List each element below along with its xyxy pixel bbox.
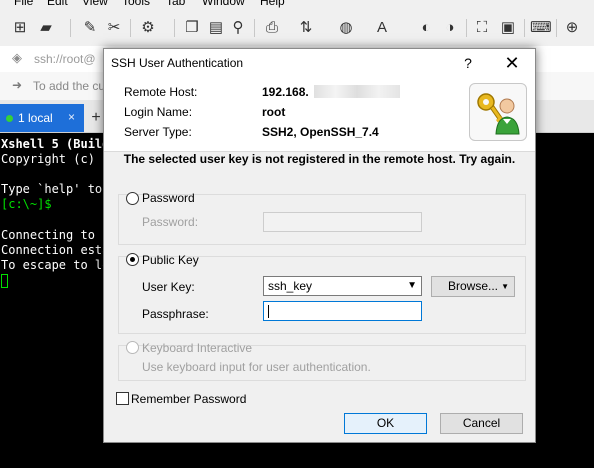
dialog-title: SSH User Authentication	[111, 56, 244, 70]
browse-button[interactable]: Browse... ▼	[431, 276, 515, 297]
passphrase-label: Passphrase:	[142, 307, 209, 321]
browse-label: Browse...	[448, 279, 499, 293]
address-text: ssh://root@	[34, 52, 96, 66]
text-caret	[268, 305, 269, 319]
menu-tab[interactable]: Tab	[166, 0, 185, 8]
connection-status-icon	[6, 115, 13, 122]
terminal-line: Copyright (c) 2	[1, 152, 110, 166]
ssh-auth-dialog: SSH User Authentication ? ✕ Remote Host:…	[103, 48, 536, 443]
menu-edit[interactable]: Edit	[47, 0, 68, 8]
menu-window[interactable]: Window	[202, 0, 245, 8]
disconnect-icon[interactable]: ✂	[104, 18, 124, 38]
script-icon[interactable]: ◑	[440, 18, 460, 38]
keys-user-icon	[469, 83, 527, 141]
cancel-button[interactable]: Cancel	[440, 413, 523, 434]
password-field[interactable]	[263, 212, 422, 232]
copy-icon[interactable]: ❐	[182, 18, 202, 38]
remote-host-value: 192.168.	[262, 85, 309, 99]
remote-host-label: Remote Host:	[124, 85, 198, 99]
keyboard-radio[interactable]	[126, 341, 139, 354]
terminal-line: Xshell 5 (Build	[1, 137, 110, 151]
xftp-icon[interactable]: ◐	[416, 18, 436, 38]
print-icon[interactable]: ⎙	[262, 18, 282, 38]
terminal-cursor	[1, 274, 8, 288]
password-field-label: Password:	[142, 215, 199, 229]
terminal-line: To escape to lo	[1, 258, 110, 272]
error-message: The selected user key is not registered …	[123, 152, 516, 166]
login-name-label: Login Name:	[124, 105, 193, 119]
menu-bar: File Edit View Tools Tab Window Help	[0, 0, 594, 10]
add-tab-button[interactable]: +	[88, 108, 104, 128]
terminal-prompt: [c:\~]$	[1, 197, 52, 211]
keyboard-option-label[interactable]: Keyboard Interactive	[142, 341, 252, 355]
hint-arrow-icon: ➜	[12, 78, 23, 92]
user-key-label: User Key:	[142, 280, 195, 294]
ok-button[interactable]: OK	[344, 413, 427, 434]
passphrase-field[interactable]	[263, 301, 422, 321]
address-icon: ◈	[12, 50, 22, 65]
globe-icon[interactable]: ◍	[336, 18, 356, 38]
remember-password-checkbox[interactable]	[116, 392, 129, 405]
transfer-icon[interactable]: ⇅	[296, 18, 316, 38]
tab-local[interactable]: 1 local ×	[0, 104, 84, 132]
paste-icon[interactable]: ▤	[206, 18, 226, 38]
lock-icon[interactable]: ▣	[498, 18, 518, 38]
menu-view[interactable]: View	[82, 0, 108, 8]
dialog-header: Remote Host: 192.168. Login Name: root S…	[104, 77, 535, 152]
user-key-value: ssh_key	[268, 279, 313, 293]
connect-icon[interactable]: ✎	[80, 18, 100, 38]
properties-icon[interactable]: ⚙	[138, 18, 158, 38]
help-button[interactable]: ?	[459, 54, 477, 72]
keyboard-description: Use keyboard input for user authenticati…	[142, 360, 371, 374]
redacted-host-mask	[314, 85, 400, 98]
dialog-titlebar[interactable]: SSH User Authentication ? ✕	[104, 49, 535, 77]
publickey-option-label[interactable]: Public Key	[142, 253, 199, 267]
find-icon[interactable]: ⚲	[228, 18, 248, 38]
server-type-value: SSH2, OpenSSH_7.4	[262, 125, 379, 139]
tab-label: 1 local	[18, 111, 53, 125]
publickey-radio[interactable]	[126, 253, 139, 266]
password-option-label[interactable]: Password	[142, 191, 195, 205]
new-session-icon[interactable]: ⊞	[10, 18, 30, 38]
dropdown-arrow-icon: ▼	[501, 282, 509, 291]
menu-file[interactable]: File	[14, 0, 33, 8]
close-button[interactable]: ✕	[502, 53, 522, 73]
terminal-line: Type `help' to	[1, 182, 103, 196]
keyboard-icon[interactable]: ⌨	[530, 18, 552, 38]
server-type-label: Server Type:	[124, 125, 192, 139]
menu-help[interactable]: Help	[260, 0, 285, 8]
terminal-line: Connecting to 1	[1, 228, 110, 242]
password-radio[interactable]	[126, 192, 139, 205]
toolbar: ⊞ ▰ ✎ ✂ ⚙ ❐ ▤ ⚲ ⎙ ⇅ ◍ A ◐ ◑ ⛶ ▣ ⌨ ⊕	[0, 10, 594, 47]
fullscreen-icon[interactable]: ⛶	[472, 18, 492, 38]
login-name-value: root	[262, 105, 286, 119]
hint-text: To add the cu	[33, 79, 106, 93]
menu-tools[interactable]: Tools	[122, 0, 150, 8]
remember-password-label[interactable]: Remember Password	[131, 392, 246, 406]
open-folder-icon[interactable]: ▰	[36, 18, 56, 38]
font-icon[interactable]: A	[372, 18, 392, 38]
add-toolbar-icon[interactable]: ⊕	[562, 18, 582, 38]
tab-close-icon[interactable]: ×	[68, 110, 75, 124]
terminal-line: Connection esta	[1, 243, 110, 257]
chevron-down-icon: ▼	[407, 280, 417, 291]
user-key-select[interactable]: ssh_key ▼	[263, 276, 422, 296]
